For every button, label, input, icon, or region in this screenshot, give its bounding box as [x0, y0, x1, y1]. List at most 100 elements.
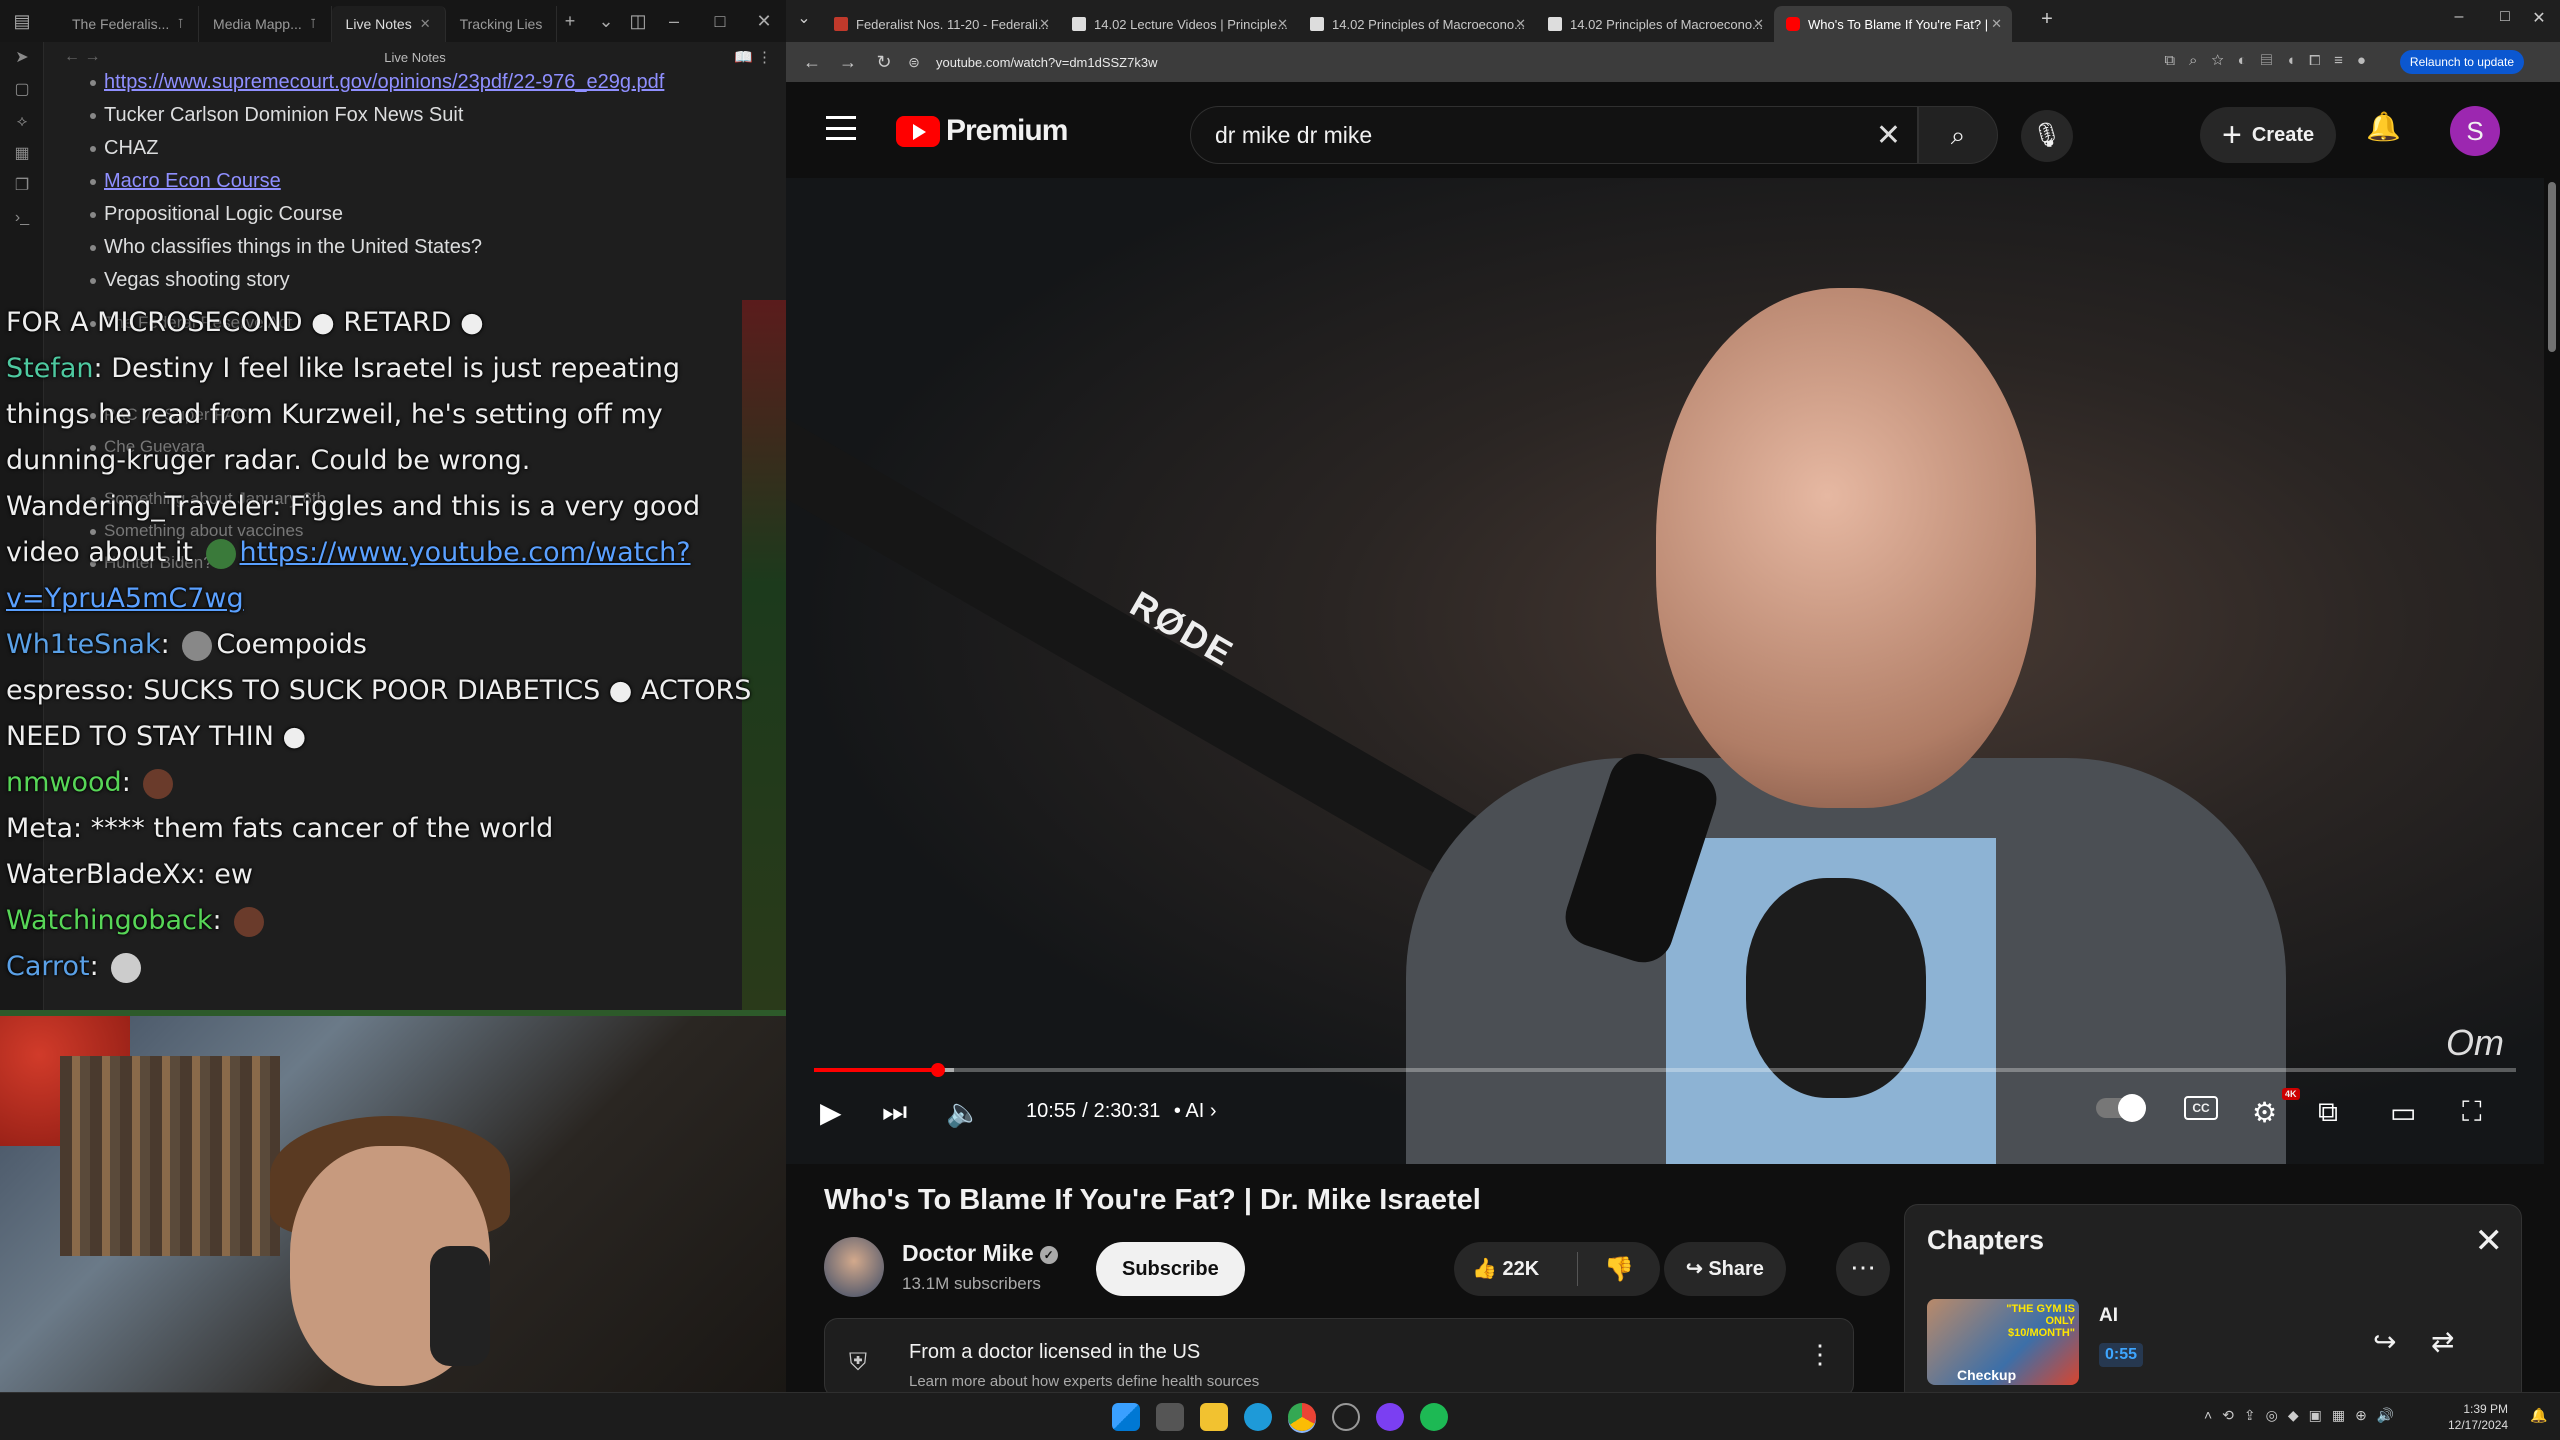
chapter-title[interactable]: AI [2099, 1305, 2118, 1327]
chrome-tab-active[interactable]: Who's To Blame If You're Fat? | ✕ [1774, 6, 2012, 42]
dislike-button[interactable]: 👎 [1578, 1255, 1660, 1284]
close-icon[interactable]: ✕ [2475, 1221, 2504, 1261]
page-scrollbar[interactable] [2544, 178, 2560, 1392]
chrome-tab[interactable]: Federalist Nos. 11-20 - Federali... ✕ [822, 6, 1060, 42]
back-icon[interactable]: ← [794, 52, 830, 73]
new-tab-icon[interactable]: + [556, 8, 584, 34]
channel-avatar[interactable] [824, 1237, 884, 1297]
kebab-menu-icon[interactable]: ⋮ [1807, 1339, 1833, 1370]
voice-search-button[interactable]: 🎙 [2021, 110, 2073, 162]
terminal-icon[interactable]: ›_ [0, 202, 44, 234]
chrome-tab[interactable]: 14.02 Lecture Videos | Principle... ✕ [1060, 6, 1298, 42]
scrollbar-thumb[interactable] [2548, 182, 2556, 352]
loop-icon[interactable]: ⇄ [2431, 1325, 2454, 1358]
tab-search-icon[interactable]: ⌄ [786, 8, 822, 28]
obsidian-tab-tracking-lies[interactable]: Tracking Lies [446, 6, 558, 42]
scrubber-handle[interactable] [930, 1063, 945, 1077]
account-avatar[interactable]: S [2450, 106, 2500, 156]
system-tray-icons[interactable]: ˄⟲⇪◎◆▣▦⊕🔊 [2204, 1407, 2404, 1424]
share-icon[interactable]: ↪ [2373, 1325, 2396, 1358]
relaunch-button[interactable]: Relaunch to update [2399, 50, 2524, 74]
play-icon[interactable]: ▶ [820, 1096, 842, 1129]
chrome-icon[interactable] [1288, 1403, 1316, 1431]
panel-subtitle[interactable]: Learn more about how experts define heal… [909, 1373, 1259, 1390]
obsidian-tab-live-notes[interactable]: Live Notes ✕ [331, 6, 446, 42]
reading-mode-icon[interactable]: 📖 ⋮ [734, 48, 772, 66]
edge-icon[interactable] [1244, 1403, 1272, 1431]
autoplay-toggle[interactable] [2096, 1094, 2146, 1122]
clear-search-icon[interactable]: ✕ [1876, 118, 1901, 153]
share-button[interactable]: ↪ Share [1664, 1242, 1786, 1296]
copy-icon[interactable]: ❐ [0, 170, 44, 202]
close-window-icon[interactable]: ✕ [750, 8, 778, 34]
minimize-icon[interactable]: – [660, 8, 688, 34]
more-actions-button[interactable]: ⋯ [1836, 1242, 1890, 1296]
close-tab-icon[interactable]: ✕ [1991, 16, 2002, 32]
spotify-icon[interactable] [1420, 1403, 1448, 1431]
layout-icon[interactable]: ◫ [624, 8, 652, 34]
like-button[interactable]: 👍 22K [1454, 1252, 1578, 1286]
clock[interactable]: 1:39 PM 12/17/2024 [2448, 1401, 2508, 1433]
settings-gear-icon[interactable]: ⚙ [2252, 1096, 2277, 1129]
start-icon[interactable] [1112, 1403, 1140, 1431]
notifications-bell-icon[interactable]: 🔔 [2366, 110, 2401, 143]
extension-icons[interactable]: ⧉⌕☆◐▤◖⧠≡● [2164, 52, 2380, 69]
stream-chat-overlay: FOR A MICROSECOND ● RETARD ● Stefan: Des… [0, 300, 786, 1020]
search-button[interactable]: ⌕ [1918, 106, 1998, 164]
create-button[interactable]: + Create [2200, 107, 2337, 163]
channel-name[interactable]: Doctor Mike ✓ [902, 1240, 1058, 1267]
fullscreen-icon[interactable]: ⛶ [2462, 1096, 2482, 1129]
close-tab-icon[interactable]: ✕ [1039, 16, 1050, 32]
close-icon[interactable]: ✕ [420, 16, 431, 32]
chapter-thumbnail[interactable]: "THE GYM IS ONLY $10/MONTH" Checkup [1927, 1299, 2079, 1385]
captions-button[interactable]: CC [2184, 1096, 2218, 1120]
theater-mode-icon[interactable]: ▭ [2390, 1096, 2416, 1129]
site-info-icon[interactable]: ⊜ [902, 54, 926, 71]
reload-icon[interactable]: ↻ [866, 52, 902, 73]
search-input[interactable]: dr mike dr mike ✕ [1190, 106, 1918, 164]
close-window-icon[interactable]: ✕ [2516, 8, 2560, 28]
list-item[interactable]: Macro Econ Course [90, 165, 770, 198]
note-link[interactable]: https://www.supremecourt.gov/opinions/23… [104, 71, 664, 93]
miniplayer-icon[interactable]: ⧉ [2318, 1096, 2338, 1129]
chapter-label[interactable]: AI [1185, 1100, 1204, 1122]
app-icon[interactable] [1332, 1403, 1360, 1431]
tab-label: Federalist Nos. 11-20 - Federali... [856, 16, 1049, 32]
back-forward-icon[interactable]: ← → [64, 48, 100, 66]
grid-icon[interactable]: ▦ [0, 138, 44, 170]
progress-bar[interactable] [814, 1063, 2516, 1077]
graph-icon[interactable]: ⟡ [0, 106, 44, 138]
maximize-icon[interactable]: □ [706, 8, 734, 34]
chevron-down-icon[interactable]: ⌄ [592, 8, 620, 34]
close-tab-icon[interactable]: ✕ [1277, 16, 1288, 32]
file-explorer-icon[interactable] [1200, 1403, 1228, 1431]
forward-icon[interactable]: → [830, 52, 866, 73]
task-view-icon[interactable] [1156, 1403, 1184, 1431]
new-tab-icon[interactable]: + [2032, 8, 2062, 31]
obsidian-icon[interactable] [1376, 1403, 1404, 1431]
thumbs-down-icon: 👎 [1604, 1255, 1634, 1283]
chrome-tab[interactable]: 14.02 Principles of Macroecono... ✕ [1536, 6, 1774, 42]
chat-message: nmwood: [0, 760, 786, 806]
youtube-logo[interactable]: Premium [896, 114, 1068, 148]
next-icon[interactable]: ⏭ [882, 1096, 907, 1129]
volume-icon[interactable]: 🔈 [946, 1096, 981, 1129]
note-link[interactable]: Macro Econ Course [104, 170, 281, 192]
obsidian-tab-federalist[interactable]: The Federalis... ⊺ [58, 6, 200, 42]
health-source-panel[interactable]: ⛨ From a doctor licensed in the US Learn… [824, 1318, 1854, 1392]
sidebar-toggle-icon[interactable]: ▤ [8, 8, 36, 34]
chrome-tab[interactable]: 14.02 Principles of Macroecono... ✕ [1298, 6, 1536, 42]
close-tab-icon[interactable]: ✕ [1753, 16, 1764, 32]
obsidian-tab-media[interactable]: Media Mapp... ⊺ [199, 6, 332, 42]
subscribe-button[interactable]: Subscribe [1096, 1242, 1245, 1296]
list-item[interactable]: https://www.supremecourt.gov/opinions/23… [90, 66, 770, 99]
minimize-icon[interactable]: – [2436, 8, 2482, 26]
video-player[interactable]: RØDE Om ▶ ⏭ 🔈 10:55/2:30:31 • AI › CC ⚙ [786, 178, 2544, 1164]
menu-icon[interactable] [826, 116, 856, 140]
notifications-icon[interactable]: 🔔 [2530, 1407, 2547, 1424]
chapter-timestamp[interactable]: 0:55 [2099, 1343, 2144, 1367]
close-tab-icon[interactable]: ✕ [1515, 16, 1526, 32]
file-icon[interactable]: ▢ [0, 74, 44, 106]
address-bar[interactable]: youtube.com/watch?v=dm1dSSZ7k3w [936, 55, 1157, 70]
send-icon[interactable]: ➤ [0, 42, 44, 74]
